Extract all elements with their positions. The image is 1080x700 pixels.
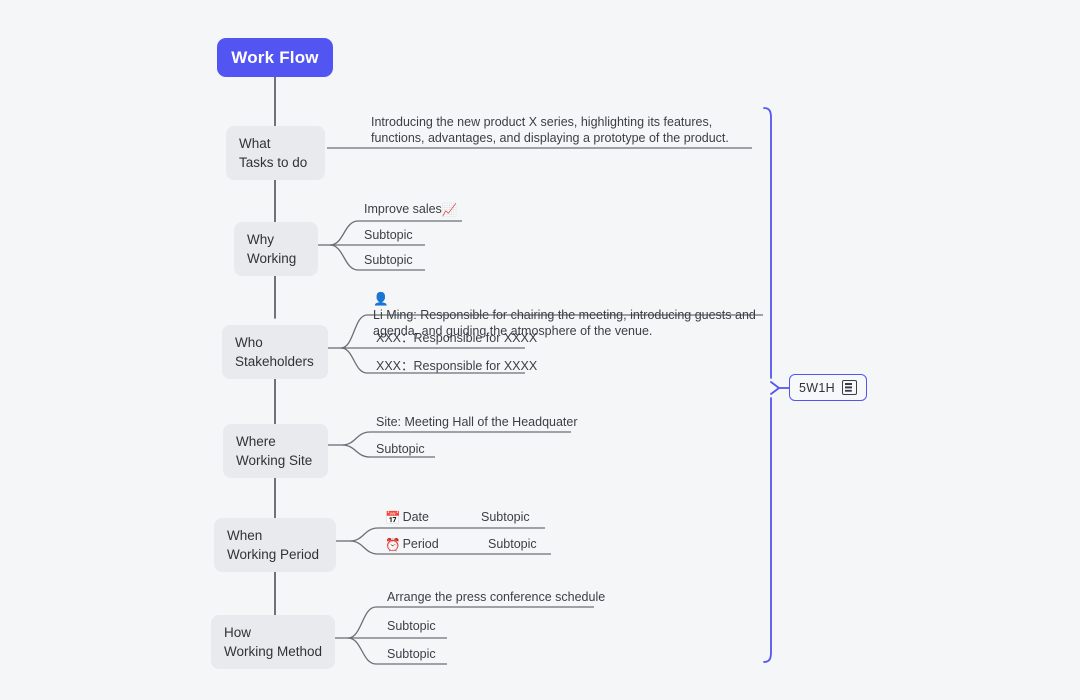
subtopic-how-2[interactable]: Subtopic [387,618,436,634]
subtopic-how-1[interactable]: Arrange the press conference schedule [387,589,605,605]
subtopic-why-2[interactable]: Subtopic [364,227,413,243]
main-node-why-line1: Why [247,232,274,247]
subtopic-why-1[interactable]: Improve sales📈 [364,201,459,218]
branch-line-how-1 [347,606,594,639]
subtopic-who-2[interactable]: XXX：Responsible for XXXX [376,330,537,346]
main-node-when[interactable]: When Working Period [214,518,336,572]
subtopic-who-3-label: XXX：Responsible for XXXX [376,359,538,373]
subtopic-when-2-child[interactable]: Subtopic [488,536,537,552]
main-node-when-line1: When [227,528,263,543]
subtopic-what-1[interactable]: Introducing the new product X series, hi… [371,114,746,146]
calendar-icon: 📅 [385,511,401,525]
mindmap-canvas: Work Flow What Tasks to do Why Working W… [0,0,1080,700]
subtopic-when-2[interactable]: ⏰ Period Subtopic [385,536,537,553]
main-node-why[interactable]: Why Working [234,222,318,276]
root-node[interactable]: Work Flow [217,38,333,77]
main-node-where-line2: Working Site [236,453,313,468]
main-node-how[interactable]: How Working Method [211,615,335,669]
root-node-label: Work Flow [231,47,319,67]
main-node-where-line1: Where [236,434,276,449]
alarm-clock-icon: ⏰ [385,538,401,552]
summary-node-label: 5W1H [799,380,835,395]
main-node-who-line2: Stakeholders [235,354,314,369]
bust-in-silhouette-icon: 👤 [373,292,389,306]
subtopic-where-2-label: Subtopic [376,442,425,456]
subtopic-when-1-child[interactable]: Subtopic [481,509,530,525]
subtopic-where-1[interactable]: Site: Meeting Hall of the Headquater [376,414,578,430]
subtopic-who-2-label: XXX：Responsible for XXXX [376,331,538,345]
main-node-what-line2: Tasks to do [239,155,308,170]
main-node-when-line2: Working Period [227,547,320,562]
subtopic-how-3-label: Subtopic [387,647,436,661]
subtopic-why-3-label: Subtopic [364,253,413,267]
subtopic-why-3[interactable]: Subtopic [364,252,413,268]
chart-increasing-icon: 📈 [441,203,458,217]
main-node-where[interactable]: Where Working Site [223,424,328,478]
main-node-what[interactable]: What Tasks to do [226,126,325,180]
main-node-who-line1: Who [235,335,263,350]
summary-node-5w1h[interactable]: 5W1H [789,374,867,401]
subtopic-where-2[interactable]: Subtopic [376,441,425,457]
subtopic-when-1[interactable]: 📅 Date Subtopic [385,509,530,526]
main-node-who[interactable]: Who Stakeholders [222,325,328,379]
subtopic-how-2-label: Subtopic [387,619,436,633]
main-node-how-line1: How [224,625,252,640]
summary-bracket [763,107,772,663]
subtopic-where-1-label: Site: Meeting Hall of the Headquater [376,415,578,429]
subtopic-why-2-label: Subtopic [364,228,413,242]
subtopic-why-1-label: Improve sales [364,202,442,216]
subtopic-what-1-label: Introducing the new product X series, hi… [371,115,729,145]
main-node-how-line2: Working Method [224,644,323,659]
subtopic-how-1-label: Arrange the press conference schedule [387,590,606,604]
summary-bracket-pointer [770,381,781,395]
subtopic-how-3[interactable]: Subtopic [387,646,436,662]
main-node-what-line1: What [239,136,271,151]
subtopic-who-3[interactable]: XXX：Responsible for XXXX [376,358,537,374]
subtopic-when-2-label: Period [402,537,439,551]
main-node-why-line2: Working [247,251,297,266]
subtopic-when-1-label: Date [402,510,429,524]
note-icon [841,380,857,395]
